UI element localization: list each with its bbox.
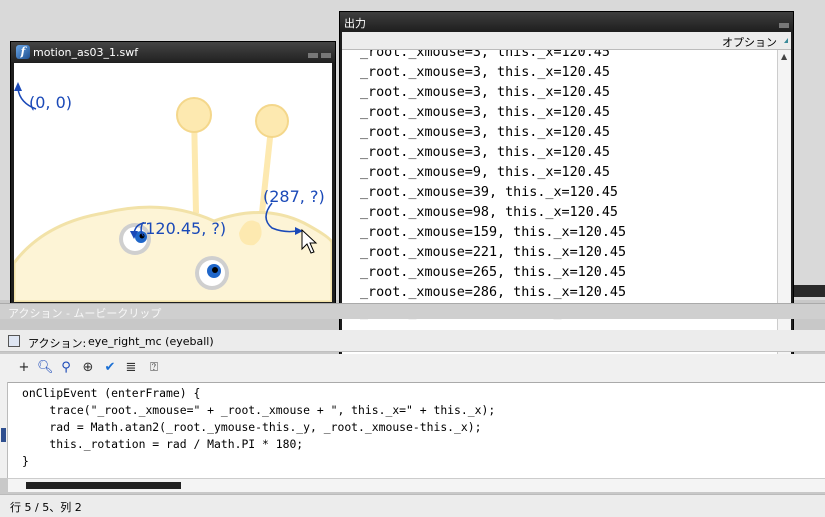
collapse-handle[interactable] [1, 428, 6, 442]
plus-icon[interactable]: + [16, 360, 32, 376]
collapse-icon[interactable] [779, 23, 789, 28]
output-window-buttons [776, 18, 789, 31]
output-line: _root._xmouse=39, this._x=120.45 [360, 185, 618, 200]
antenna-ball-right [255, 104, 289, 138]
format-lines-icon[interactable]: ≣ [123, 360, 139, 376]
actions-toolbar: + 🔍︎ ⚲ ⊕ ✔ ≣ ⍰ [0, 354, 825, 382]
actions-panel-header[interactable]: アクション - ムービークリップ [0, 303, 825, 320]
output-titlebar[interactable]: 出力 [340, 12, 793, 32]
output-line: _root._xmouse=3, this._x=120.45 [360, 105, 610, 120]
mouse-coordinate-label: (287, ?) [263, 187, 325, 206]
output-lines: _root._xmouse=3, this._x=120.45 _root._xm… [360, 50, 626, 323]
script-line[interactable]: onClipEvent (enterFrame) { [22, 385, 495, 402]
options-menu-button[interactable]: オプション [722, 34, 777, 50]
stage-edge [793, 285, 825, 297]
swf-preview-window[interactable]: f motion_as03_1.swf (0, 0) (287, ?) (120… [10, 41, 336, 305]
output-line: _root._xmouse=3, this._x=120.45 [360, 85, 610, 100]
output-line: _root._xmouse=159, this._x=120.45 [360, 225, 627, 240]
output-line: _root._xmouse=221, this._x=120.45 [360, 245, 627, 260]
output-line: _root._xmouse=3, this._x=120.45 [360, 125, 610, 140]
movieclip-icon [8, 335, 20, 347]
status-bar: 行 5 / 5、列 2 [0, 494, 825, 517]
script-lines: onClipEvent (enterFrame) { trace("_root.… [22, 385, 495, 470]
output-line: _root._xmouse=98, this._x=120.45 [360, 205, 618, 220]
actions-target-value: eye_right_mc (eyeball) [88, 335, 214, 348]
output-options-bar: オプション [342, 32, 791, 50]
magnifier-icon[interactable]: 🔍︎ [37, 360, 54, 376]
output-text-area[interactable]: _root._xmouse=3, this._x=120.45 _root._xm… [342, 50, 777, 372]
output-panel[interactable]: 出力 オプション _root._xmouse=3, this._x=120.45… [339, 11, 794, 386]
actions-target-label: アクション: [28, 337, 87, 350]
maximize-icon[interactable] [321, 53, 331, 58]
origin-coordinate-label: (0, 0) [29, 93, 73, 112]
eyeball-coordinate-label: (120.45, ?) [139, 219, 227, 238]
actions-gutter [0, 382, 8, 478]
output-line: _root._xmouse=265, this._x=120.45 [360, 265, 627, 280]
swf-title: motion_as03_1.swf [33, 46, 139, 59]
output-vertical-scrollbar[interactable]: ▲ ▼ [777, 50, 791, 372]
checkmark-icon[interactable]: ✔ [102, 360, 118, 376]
scroll-up-icon[interactable]: ▲ [781, 52, 787, 61]
actions-target-bar: アクション: eye_right_mc (eyeball) [0, 330, 825, 352]
output-line: _root._xmouse=9, this._x=120.45 [360, 165, 610, 180]
script-horizontal-scrollbar[interactable] [8, 478, 825, 492]
swf-window-buttons [305, 48, 331, 61]
swf-stage-canvas[interactable]: (0, 0) (287, ?) (120.45, ?) [14, 63, 332, 302]
flash-logo-icon: f [16, 45, 30, 59]
actions-panel-title: アクション - ムービークリップ [8, 307, 162, 320]
find-replace-icon[interactable]: ⚲ [58, 360, 74, 376]
script-line[interactable]: trace("_root._xmouse=" + _root._xmouse +… [22, 402, 495, 419]
output-line: _root._xmouse=286, this._x=120.45 [360, 285, 627, 300]
scroll-thumb[interactable] [26, 482, 181, 489]
script-line[interactable]: this._rotation = rad / Math.PI * 180; [22, 436, 495, 453]
options-triangle-icon[interactable] [784, 38, 788, 43]
script-line[interactable]: rad = Math.atan2(_root._ymouse-this._y, … [22, 419, 495, 436]
output-line: _root._xmouse=3, this._x=120.45 [360, 65, 610, 80]
antenna-ball-left [176, 97, 212, 133]
output-title: 出力 [344, 17, 366, 30]
cursor-position: 行 5 / 5、列 2 [10, 501, 82, 514]
pupil-right-core [212, 267, 218, 273]
output-line: _root._xmouse=3, this._x=120.45 [360, 145, 610, 160]
crosshair-icon[interactable]: ⊕ [80, 360, 96, 376]
output-line: _root._xmouse=3, this._x=120.45 [360, 50, 610, 60]
script-editor[interactable]: onClipEvent (enterFrame) { trace("_root.… [8, 382, 825, 478]
code-hint-icon[interactable]: ⍰ [146, 360, 162, 376]
minimize-icon[interactable] [308, 53, 318, 58]
origin-arrowhead [14, 82, 22, 91]
script-line[interactable]: } [22, 453, 495, 470]
swf-titlebar[interactable]: f motion_as03_1.swf [11, 42, 335, 62]
